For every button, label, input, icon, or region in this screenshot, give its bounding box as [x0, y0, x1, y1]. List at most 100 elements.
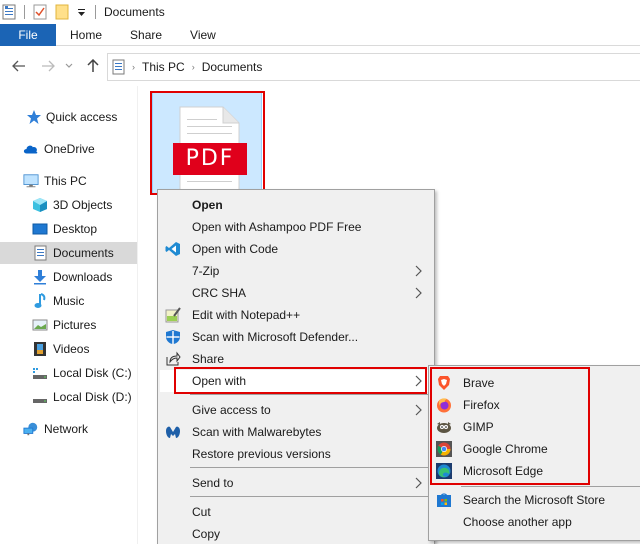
firefox-icon — [436, 397, 452, 413]
menu-divider — [190, 467, 432, 468]
nav-item-desktop[interactable]: Desktop — [0, 218, 137, 240]
nav-item-pictures[interactable]: Pictures — [0, 314, 137, 336]
music-icon — [32, 293, 48, 309]
divider — [95, 5, 96, 19]
chevron-right-icon — [415, 477, 422, 489]
pdf-file-item[interactable]: PDF — [152, 92, 262, 194]
malwarebytes-icon — [165, 424, 181, 440]
chevron-down-icon — [65, 63, 73, 68]
submenu-item-brave[interactable]: Brave — [431, 372, 640, 394]
arrow-up-icon — [87, 59, 99, 72]
menu-divider — [190, 394, 432, 395]
drive-icon — [32, 389, 48, 405]
menu-divider — [190, 496, 432, 497]
menu-item-7zip[interactable]: 7-Zip — [160, 260, 432, 282]
menu-item-share[interactable]: Share — [160, 348, 432, 370]
menu-item-scan-malwarebytes[interactable]: Scan with Malwarebytes — [160, 421, 432, 443]
videos-icon — [32, 341, 48, 357]
desktop-icon — [32, 221, 48, 237]
new-folder-icon[interactable] — [55, 4, 69, 20]
back-button[interactable] — [11, 58, 27, 74]
customize-dropdown-icon[interactable] — [77, 7, 87, 17]
chevron-right-icon — [415, 265, 422, 277]
submenu-item-edge[interactable]: Microsoft Edge — [431, 460, 640, 482]
tab-file[interactable]: File — [0, 24, 56, 46]
open-with-submenu: Brave Firefox GIMP Google Chrome Microso… — [428, 365, 640, 541]
document-icon — [112, 59, 125, 75]
chevron-right-icon: › — [191, 62, 195, 72]
navigation-bar: › This PC › Documents — [0, 46, 640, 86]
context-menu: Open Open with Ashampoo PDF Free Open wi… — [157, 189, 435, 544]
nav-item-music[interactable]: Music — [0, 290, 137, 312]
breadcrumb-documents[interactable]: Documents — [202, 60, 263, 74]
edge-icon — [436, 463, 452, 479]
quick-access-toolbar — [0, 4, 104, 20]
arrow-right-icon — [42, 60, 55, 72]
menu-item-open[interactable]: Open — [160, 194, 432, 216]
divider — [24, 5, 25, 19]
ribbon-tabs: File Home Share View — [0, 24, 640, 46]
menu-item-open-with-ashampoo[interactable]: Open with Ashampoo PDF Free — [160, 216, 432, 238]
nav-item-local-disk-c[interactable]: Local Disk (C:) — [0, 362, 137, 384]
nav-item-onedrive[interactable]: OneDrive — [0, 138, 137, 160]
up-button[interactable] — [85, 58, 101, 74]
menu-divider — [461, 486, 640, 487]
cloud-icon — [23, 141, 39, 157]
document-icon — [2, 4, 16, 20]
computer-icon — [23, 173, 39, 189]
chevron-right-icon: › — [132, 62, 135, 72]
nav-item-this-pc[interactable]: This PC — [0, 170, 137, 192]
nav-item-documents[interactable]: Documents — [0, 242, 137, 264]
properties-icon[interactable] — [33, 4, 47, 20]
chevron-right-icon — [415, 375, 422, 387]
menu-item-cut[interactable]: Cut — [160, 501, 432, 523]
chrome-icon — [436, 441, 452, 457]
cube-icon — [32, 197, 48, 213]
download-icon — [32, 269, 48, 285]
submenu-item-choose-another-app[interactable]: Choose another app — [431, 511, 640, 533]
menu-item-edit-notepadpp[interactable]: Edit with Notepad++ — [160, 304, 432, 326]
tab-view[interactable]: View — [176, 24, 230, 46]
defender-icon — [165, 329, 181, 345]
brave-icon — [436, 375, 452, 391]
document-icon — [32, 245, 48, 261]
submenu-item-gimp[interactable]: GIMP — [431, 416, 640, 438]
address-bar[interactable]: › This PC › Documents — [107, 53, 640, 81]
window-title: Documents — [104, 5, 165, 19]
star-icon — [25, 109, 41, 125]
menu-item-open-with-code[interactable]: Open with Code — [160, 238, 432, 260]
forward-button[interactable] — [40, 58, 56, 74]
drive-icon — [32, 365, 48, 381]
submenu-item-microsoft-store[interactable]: Search the Microsoft Store — [431, 489, 640, 511]
nav-item-downloads[interactable]: Downloads — [0, 266, 137, 288]
nav-item-local-disk-d[interactable]: Local Disk (D:) — [0, 386, 137, 408]
nav-item-network[interactable]: Network — [0, 418, 137, 440]
chevron-right-icon — [415, 287, 422, 299]
menu-item-copy[interactable]: Copy — [160, 523, 432, 544]
title-bar: Documents — [0, 0, 640, 24]
menu-item-open-with[interactable]: Open with — [160, 370, 432, 392]
menu-item-restore-previous[interactable]: Restore previous versions — [160, 443, 432, 465]
tab-home[interactable]: Home — [56, 24, 116, 46]
submenu-item-chrome[interactable]: Google Chrome — [431, 438, 640, 460]
tab-share[interactable]: Share — [116, 24, 176, 46]
breadcrumb-this-pc[interactable]: This PC — [142, 60, 185, 74]
submenu-item-firefox[interactable]: Firefox — [431, 394, 640, 416]
nav-item-quick-access[interactable]: Quick access — [0, 106, 137, 128]
chevron-right-icon — [415, 404, 422, 416]
menu-item-give-access[interactable]: Give access to — [160, 399, 432, 421]
vscode-icon — [165, 241, 181, 257]
menu-item-scan-defender[interactable]: Scan with Microsoft Defender... — [160, 326, 432, 348]
network-icon — [23, 421, 39, 437]
nav-item-3d-objects[interactable]: 3D Objects — [0, 194, 137, 216]
menu-item-crc-sha[interactable]: CRC SHA — [160, 282, 432, 304]
pictures-icon — [32, 317, 48, 333]
nav-item-videos[interactable]: Videos — [0, 338, 137, 360]
gimp-icon — [436, 419, 452, 435]
menu-item-send-to[interactable]: Send to — [160, 472, 432, 494]
store-icon — [436, 492, 452, 508]
notepadpp-icon — [165, 307, 181, 323]
recent-locations-button[interactable] — [64, 58, 74, 74]
navigation-pane: Quick access OneDrive This PC 3D Objects… — [0, 86, 138, 544]
share-icon — [165, 351, 181, 367]
